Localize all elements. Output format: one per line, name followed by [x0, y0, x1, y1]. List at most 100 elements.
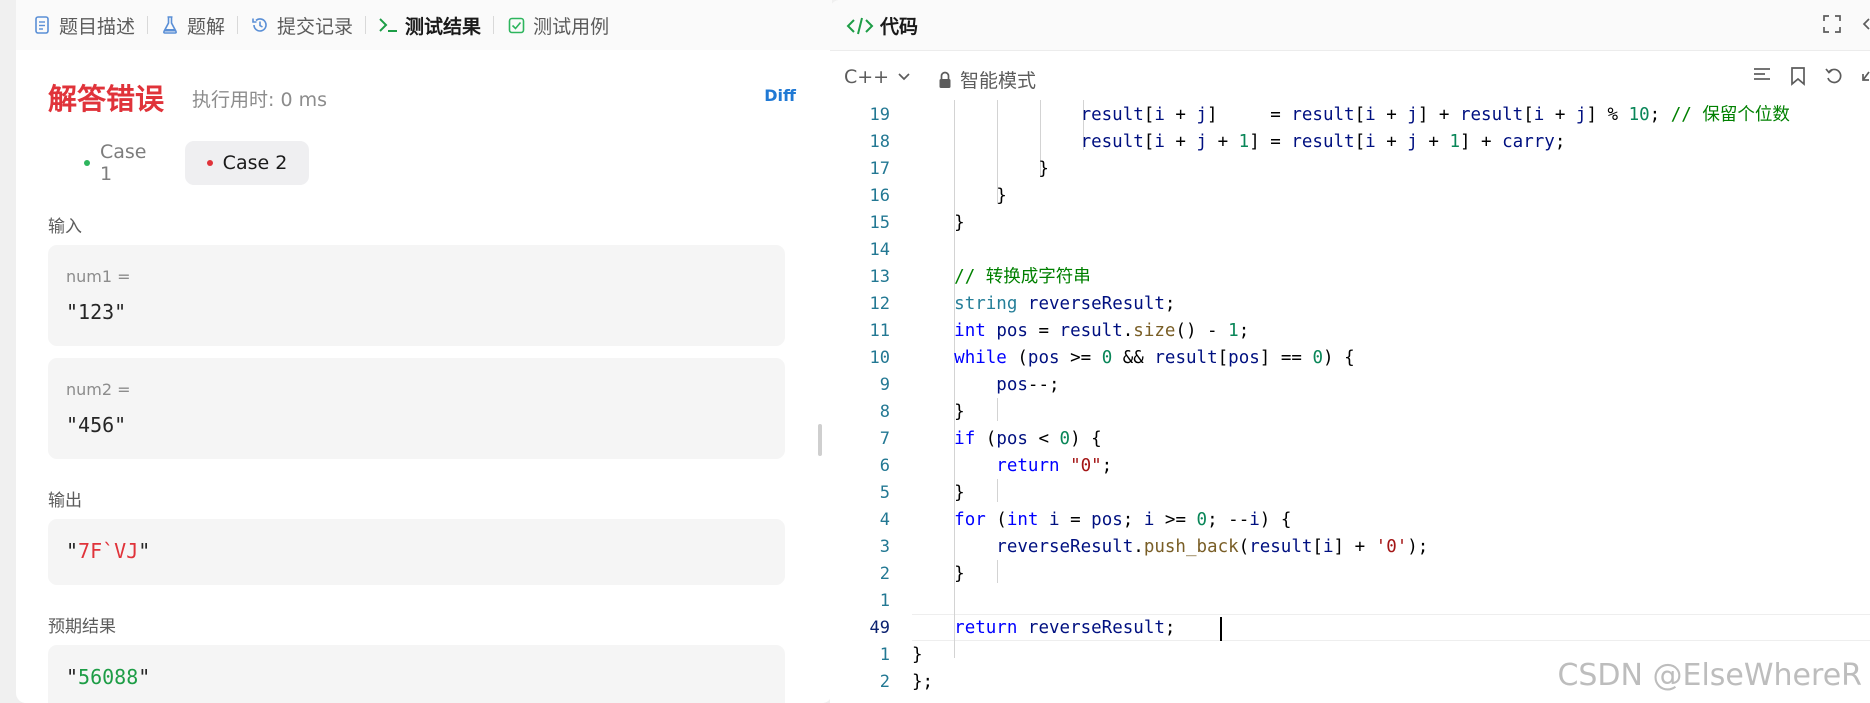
output-label: 输出 — [48, 491, 82, 511]
tab-test-result-label: 测试结果 — [405, 15, 482, 38]
code-line: }; — [912, 672, 934, 692]
reset-icon[interactable] — [1824, 66, 1844, 90]
code-line: } — [912, 402, 965, 422]
param-name: num2 = — [66, 380, 131, 399]
lock-icon — [938, 71, 952, 89]
code-line: } — [912, 186, 1007, 206]
checkbox-icon — [506, 15, 526, 35]
tab-testcases[interactable]: 测试用例 — [506, 0, 609, 50]
line-number: 15 — [869, 213, 890, 233]
expected-label: 预期结果 — [48, 617, 116, 637]
code-line: } — [912, 483, 965, 503]
line-number: 19 — [869, 105, 890, 125]
tab-description-label: 题目描述 — [59, 15, 136, 38]
case-1-label: Case 1 — [99, 141, 147, 185]
code-line: } — [912, 645, 923, 665]
expand-icon[interactable] — [1860, 66, 1870, 90]
input-param-num2: num2 = "456" — [48, 358, 785, 459]
code-line: if (pos < 0) { — [954, 429, 1102, 449]
code-line: for (int i = pos; i >= 0; --i) { — [954, 510, 1292, 530]
line-number: 17 — [869, 159, 890, 179]
line-number: 12 — [869, 294, 890, 314]
line-number: 5 — [879, 483, 890, 503]
line-number: 2 — [879, 564, 890, 584]
smart-mode-toggle[interactable]: 智能模式 — [938, 66, 1036, 93]
output-value-box: "7F`VJ" — [48, 519, 785, 585]
code-toolbar: C++ 智能模式 — [830, 52, 1870, 100]
format-icon[interactable] — [1752, 66, 1772, 88]
output-value: "7F`VJ" — [66, 539, 151, 563]
code-line-current: return reverseResult; — [954, 618, 1176, 638]
runtime-text: 执行用时: 0 ms — [192, 89, 327, 111]
code-line: reverseResult.push_back(result[i] + '0')… — [996, 537, 1429, 557]
collapse-icon[interactable] — [1860, 14, 1870, 38]
result-status: 解答错误 — [48, 82, 165, 116]
line-number-gutter: 19 18 17 16 15 14 13 12 11 10 9 8 7 6 5 … — [830, 100, 890, 703]
line-number-current: 49 — [869, 618, 890, 638]
line-number: 8 — [879, 402, 890, 422]
code-title-label: 代码 — [880, 16, 919, 38]
line-number: 7 — [879, 429, 890, 449]
flask-icon — [160, 15, 180, 35]
input-label: 输入 — [48, 217, 82, 237]
line-number: 1 — [879, 591, 890, 611]
code-line: result[i + j + 1] = result[i + j + 1] + … — [1080, 132, 1566, 152]
language-select[interactable]: C++ — [844, 66, 911, 88]
line-number: 9 — [879, 375, 890, 395]
code-header: 代码 — [830, 0, 1870, 51]
document-icon — [32, 15, 52, 35]
code-panel: 代码 C++ 智能模式 19 18 17 16 15 14 13 12 11 1… — [830, 0, 1870, 703]
indent-guide — [997, 560, 998, 583]
code-line: string reverseResult; — [954, 294, 1176, 314]
case-2-status-dot — [206, 160, 213, 166]
code-text-area[interactable]: result[i + j] = result[i + j] + result[i… — [912, 100, 1870, 703]
param-name: num1 = — [66, 267, 131, 286]
line-number: 18 — [869, 132, 890, 152]
input-param-num1: num1 = "123" — [48, 245, 785, 346]
chevron-down-icon — [897, 72, 911, 82]
code-line: int pos = result.size() - 1; — [954, 321, 1250, 341]
line-number: 11 — [869, 321, 890, 341]
code-line: } — [912, 213, 965, 233]
code-line: return "0"; — [996, 456, 1113, 476]
param-value: "456" — [66, 413, 127, 437]
line-number: 14 — [869, 240, 890, 260]
code-line: pos--; — [996, 375, 1060, 395]
code-line: while (pos >= 0 && result[pos] == 0) { — [954, 348, 1355, 368]
code-title: 代码 — [846, 12, 918, 39]
tab-submissions[interactable]: 提交记录 — [250, 0, 353, 50]
watermark: CSDN @ElseWhereR — [1557, 658, 1862, 693]
line-number: 1 — [879, 645, 890, 665]
line-number: 3 — [879, 537, 890, 557]
case-tab-2[interactable]: Case 2 — [185, 141, 309, 185]
param-value: "123" — [66, 300, 127, 324]
code-line: } — [912, 564, 965, 584]
case-1-status-dot — [84, 160, 90, 166]
tab-solutions-label: 题解 — [187, 15, 226, 38]
expected-value: "56088" — [66, 665, 151, 689]
code-line: result[i + j] = result[i + j] + result[i… — [1080, 105, 1790, 125]
code-line: } — [912, 159, 1049, 179]
diff-button[interactable]: Diff — [764, 86, 796, 105]
left-tabbar: 题目描述 题解 提交记录 测试结果 测试用例 — [16, 0, 832, 50]
tab-submissions-label: 提交记录 — [277, 15, 354, 38]
terminal-icon — [378, 15, 398, 35]
indent-guide — [997, 398, 998, 421]
fullscreen-icon[interactable] — [1822, 14, 1842, 38]
line-number: 2 — [879, 672, 890, 692]
text-caret — [1220, 617, 1222, 641]
history-icon — [250, 15, 270, 35]
line-number: 4 — [879, 510, 890, 530]
case-tab-1[interactable]: Case 1 — [64, 141, 164, 185]
language-label: C++ — [844, 66, 890, 88]
panel-resize-handle[interactable] — [818, 424, 822, 456]
line-number: 10 — [869, 348, 890, 368]
tab-test-result[interactable]: 测试结果 — [378, 0, 481, 50]
tab-description[interactable]: 题目描述 — [32, 0, 135, 50]
tab-divider — [365, 16, 367, 34]
code-editor[interactable]: 19 18 17 16 15 14 13 12 11 10 9 8 7 6 5 … — [830, 100, 1870, 703]
bookmark-icon[interactable] — [1790, 66, 1806, 90]
indent-guide — [997, 479, 998, 502]
tab-solutions[interactable]: 题解 — [160, 0, 225, 50]
line-number: 6 — [879, 456, 890, 476]
